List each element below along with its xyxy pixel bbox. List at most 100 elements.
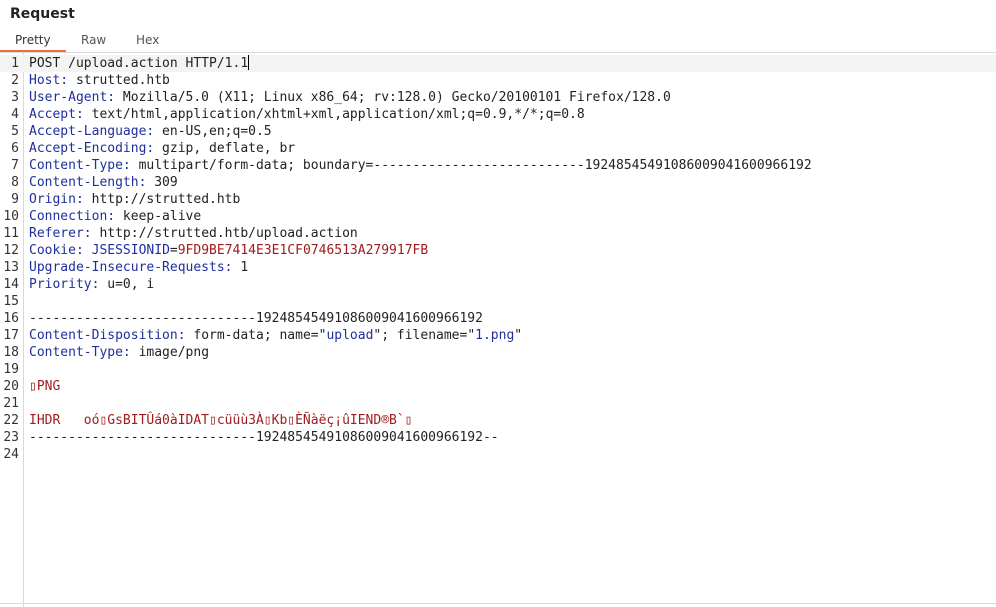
line-content: Accept-Language: en-US,en;q=0.5 bbox=[29, 123, 272, 140]
line-content: Priority: u=0, i bbox=[29, 276, 154, 293]
editor-line[interactable]: 4 Accept: text/html,application/xhtml+xml… bbox=[0, 106, 996, 123]
line-number: 13 bbox=[3, 260, 19, 275]
text-value: "; filename=" bbox=[373, 328, 476, 343]
line-content: Accept: text/html,application/xhtml+xml,… bbox=[29, 106, 585, 123]
line-number: 7 bbox=[11, 158, 19, 173]
editor-line[interactable]: 22 IHDR oó▯GsBITÛá0àIDAT▯cüüù3À▯Kb▯ÈÑàëç¡… bbox=[0, 412, 996, 429]
line-number: 22 bbox=[3, 413, 19, 428]
line-number: 10 bbox=[3, 209, 19, 224]
editor-line[interactable]: 7 Content-Type: multipart/form-data; boun… bbox=[0, 157, 996, 174]
line-content: User-Agent: Mozilla/5.0 (X11; Linux x86_… bbox=[29, 89, 671, 106]
text-cursor bbox=[248, 55, 250, 70]
line-number: 24 bbox=[3, 447, 19, 462]
line-number: 20 bbox=[3, 379, 19, 394]
line-content: POST /upload.action HTTP/1.1 bbox=[29, 55, 250, 72]
param-value: upload bbox=[326, 328, 374, 343]
tab-raw[interactable]: Raw bbox=[81, 33, 106, 47]
header-name: Origin: bbox=[29, 192, 84, 207]
editor-line[interactable]: 14 Priority: u=0, i bbox=[0, 276, 996, 293]
header-name: User-Agent: bbox=[29, 90, 116, 105]
raw-value: 9FD9BE7414E3E1CF0746513A279917FB bbox=[177, 243, 429, 258]
text-value: text/html,application/xhtml+xml,applicat… bbox=[83, 107, 585, 122]
line-number: 4 bbox=[11, 107, 19, 122]
tab-pretty[interactable]: Pretty bbox=[15, 33, 51, 47]
text-value: form-data; name=" bbox=[185, 328, 327, 343]
line-content: Upgrade-Insecure-Requests: 1 bbox=[29, 259, 248, 276]
editor-line[interactable]: 2 Host: strutted.htb bbox=[0, 72, 996, 89]
header-name: Cookie: bbox=[29, 243, 84, 258]
line-number: 12 bbox=[3, 243, 19, 258]
header-name: Accept-Encoding: bbox=[29, 141, 155, 156]
param-value: JSESSIONID bbox=[91, 243, 170, 258]
active-tab-indicator bbox=[0, 50, 66, 52]
header-name: Referer: bbox=[29, 226, 92, 241]
line-content: Referer: http://strutted.htb/upload.acti… bbox=[29, 225, 358, 242]
line-number: 5 bbox=[11, 124, 19, 139]
line-number: 6 bbox=[11, 141, 19, 156]
editor-line[interactable]: 6 Accept-Encoding: gzip, deflate, br bbox=[0, 140, 996, 157]
raw-value: IHDR oó▯GsBITÛá0àIDAT▯cüüù3À▯Kb▯ÈÑàëç¡ûI… bbox=[29, 413, 413, 428]
line-number: 1 bbox=[11, 56, 19, 71]
editor-line[interactable]: 5 Accept-Language: en-US,en;q=0.5 bbox=[0, 123, 996, 140]
line-number: 11 bbox=[3, 226, 19, 241]
line-number: 18 bbox=[3, 345, 19, 360]
editor-line[interactable]: 17 Content-Disposition: form-data; name="… bbox=[0, 327, 996, 344]
text-value: = bbox=[169, 243, 178, 258]
editor-line[interactable]: 11 Referer: http://strutted.htb/upload.ac… bbox=[0, 225, 996, 242]
header-name: Content-Disposition: bbox=[29, 328, 186, 343]
editor-line[interactable]: 23 -----------------------------192485454… bbox=[0, 429, 996, 446]
text-value: 1 bbox=[232, 260, 249, 275]
line-content: Content-Type: image/png bbox=[29, 344, 209, 361]
view-tabs: Pretty Raw Hex bbox=[0, 30, 996, 53]
editor-line[interactable]: 21 bbox=[0, 395, 996, 412]
line-number: 17 bbox=[3, 328, 19, 343]
editor-line[interactable]: 16 -----------------------------192485454… bbox=[0, 310, 996, 327]
line-content: ▯PNG bbox=[29, 378, 60, 395]
line-content: Content-Type: multipart/form-data; bound… bbox=[29, 157, 812, 174]
editor-line[interactable]: 10 Connection: keep-alive bbox=[0, 208, 996, 225]
header-name: Content-Length: bbox=[29, 175, 147, 190]
text-value: 309 bbox=[146, 175, 178, 190]
line-content: IHDR oó▯GsBITÛá0àIDAT▯cüüù3À▯Kb▯ÈÑàëç¡ûI… bbox=[29, 412, 413, 429]
line-content: Accept-Encoding: gzip, deflate, br bbox=[29, 140, 295, 157]
header-name: Content-Type: bbox=[29, 345, 131, 360]
editor-line[interactable]: 8 Content-Length: 309 bbox=[0, 174, 996, 191]
tab-hex[interactable]: Hex bbox=[136, 33, 159, 47]
editor-line[interactable]: 24 bbox=[0, 446, 996, 463]
editor-line[interactable]: 19 bbox=[0, 361, 996, 378]
text-value: multipart/form-data; boundary=----------… bbox=[130, 158, 812, 173]
editor-line[interactable]: 1 POST /upload.action HTTP/1.1 bbox=[0, 55, 996, 72]
editor-line[interactable]: 12 Cookie: JSESSIONID=9FD9BE7414E3E1CF074… bbox=[0, 242, 996, 259]
text-value: -----------------------------19248545491… bbox=[29, 430, 499, 445]
line-number: 16 bbox=[3, 311, 19, 326]
header-name: Accept: bbox=[29, 107, 84, 122]
editor-line[interactable]: 3 User-Agent: Mozilla/5.0 (X11; Linux x86… bbox=[0, 89, 996, 106]
header-name: Connection: bbox=[29, 209, 116, 224]
editor-line[interactable]: 13 Upgrade-Insecure-Requests: 1 bbox=[0, 259, 996, 276]
text-value: " bbox=[514, 328, 523, 343]
text-value: -----------------------------19248545491… bbox=[29, 311, 483, 326]
line-number: 15 bbox=[3, 294, 19, 309]
text-value: POST /upload.action HTTP/1.1 bbox=[29, 56, 249, 71]
raw-value: ▯PNG bbox=[29, 379, 61, 394]
line-content: -----------------------------19248545491… bbox=[29, 429, 499, 446]
text-value: keep-alive bbox=[115, 209, 202, 224]
editor-line[interactable]: 18 Content-Type: image/png bbox=[0, 344, 996, 361]
editor-line[interactable]: 9 Origin: http://strutted.htb bbox=[0, 191, 996, 208]
line-number: 21 bbox=[3, 396, 19, 411]
line-content: Content-Length: 309 bbox=[29, 174, 178, 191]
text-value: en-US,en;q=0.5 bbox=[154, 124, 272, 139]
text-value: http://strutted.htb/upload.action bbox=[91, 226, 358, 241]
bottom-divider bbox=[0, 603, 996, 604]
line-number: 3 bbox=[11, 90, 19, 105]
text-value: http://strutted.htb bbox=[83, 192, 241, 207]
editor-line[interactable]: 15 bbox=[0, 293, 996, 310]
text-value bbox=[84, 243, 92, 258]
text-value: gzip, deflate, br bbox=[154, 141, 296, 156]
request-editor[interactable]: 1 POST /upload.action HTTP/1.1 2 Host: stru… bbox=[0, 55, 996, 463]
line-content: -----------------------------19248545491… bbox=[29, 310, 483, 327]
text-value: u=0, i bbox=[99, 277, 155, 292]
header-name: Priority: bbox=[29, 277, 100, 292]
editor-line[interactable]: 20 ▯PNG bbox=[0, 378, 996, 395]
text-value: image/png bbox=[130, 345, 210, 360]
